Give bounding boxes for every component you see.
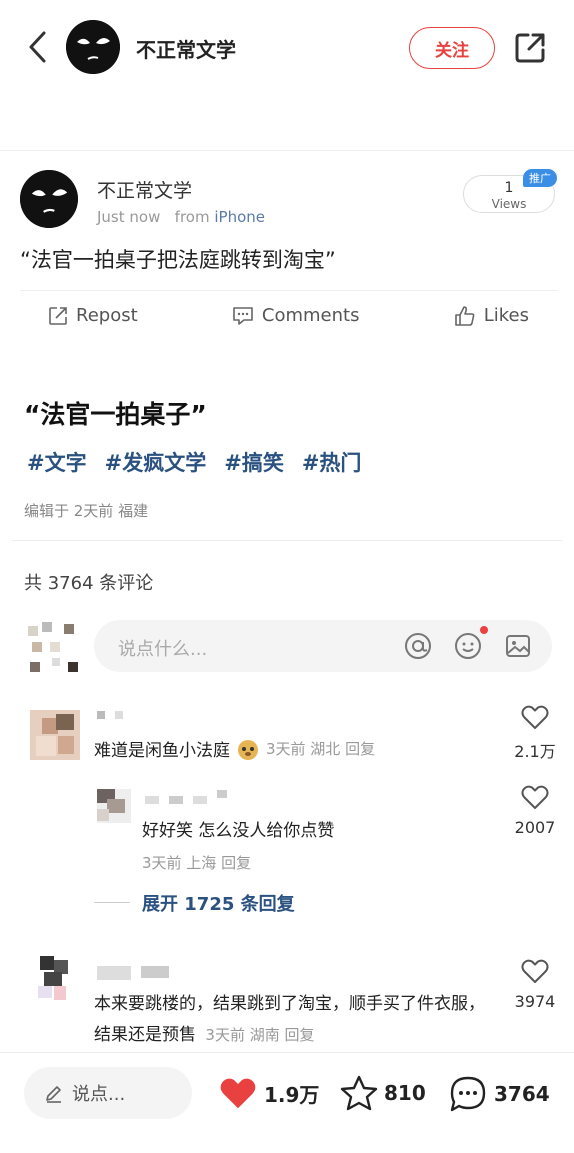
star-outline-icon: [340, 1075, 378, 1111]
say-placeholder: 说点...: [72, 1084, 126, 1105]
comment-body: 难道是闲鱼小法庭 3天前 湖北 回复: [94, 736, 375, 761]
hashtag[interactable]: #文字: [27, 447, 87, 477]
comment-info[interactable]: 3天前 湖南 回复: [205, 1026, 314, 1044]
my-avatar: [28, 622, 80, 674]
post-meta: Just now from iPhone: [97, 208, 265, 226]
post-time: Just now: [97, 208, 161, 226]
comment-icon: [233, 306, 253, 325]
emoji-icon[interactable]: [454, 632, 482, 660]
reply-name-blurred: [145, 790, 227, 806]
repost-icon: [49, 306, 67, 325]
comment-total: 共 3764 条评论: [24, 573, 154, 594]
heart-outline-icon: [521, 705, 549, 729]
sleepy-face-icon: [20, 170, 78, 228]
share-button[interactable]: [512, 30, 548, 66]
post-source: iPhone: [214, 208, 266, 226]
like-count: 1.9万: [264, 1082, 320, 1107]
comment-info[interactable]: 3天前 湖北 回复: [266, 738, 375, 759]
tag-list: #文字 #发疯文学 #搞笑 #热门: [27, 447, 361, 477]
sleepy-face-icon: [66, 20, 120, 74]
post-author-name[interactable]: 不正常文学: [97, 176, 192, 203]
commenter-avatar[interactable]: [30, 710, 80, 760]
comment-like-button[interactable]: 3974: [510, 958, 560, 1011]
repost-button[interactable]: Repost: [48, 305, 138, 326]
pencil-icon: [46, 1086, 61, 1103]
comments-button[interactable]: Comments: [232, 305, 360, 326]
follow-button[interactable]: 关注: [409, 27, 495, 69]
header-account-name[interactable]: 不正常文学: [136, 34, 236, 63]
image-icon[interactable]: [504, 632, 532, 660]
views-label: Views: [491, 196, 527, 211]
expand-line: [94, 902, 130, 903]
reply-info[interactable]: 3天前 上海 回复: [142, 852, 251, 873]
comment-like-count: 3974: [514, 992, 556, 1011]
article-title: “法官一拍桌子”: [24, 400, 207, 429]
meerkat-emoji-icon: [238, 739, 258, 760]
reply-like-button[interactable]: 2007: [510, 784, 560, 837]
comment-like-button[interactable]: 2.1万: [510, 704, 560, 762]
notification-dot: [480, 626, 488, 634]
comment-text: 本来要跳楼的，结果跳到了淘宝，顺手买了件衣服，结果还是预售 3天前 湖南 回复: [94, 989, 494, 1051]
reply-avatar[interactable]: [97, 789, 131, 823]
hashtag[interactable]: #热门: [302, 447, 362, 477]
comment-like-count: 2.1万: [514, 742, 556, 761]
pixelated-avatar: [30, 956, 80, 1006]
hashtag[interactable]: #搞笑: [224, 447, 284, 477]
post-text: “法官一拍桌子把法庭跳转到淘宝”: [20, 248, 336, 272]
hashtag[interactable]: #发疯文学: [105, 447, 207, 477]
mention-icon[interactable]: [404, 632, 432, 660]
favorite-count: 810: [384, 1081, 426, 1105]
promo-badge: 推广: [523, 169, 557, 187]
pixelated-avatar: [30, 710, 80, 760]
pixelated-avatar: [97, 789, 131, 823]
header-divider: [0, 150, 574, 151]
say-something-input[interactable]: 说点...: [24, 1067, 192, 1119]
chevron-left-icon: [29, 31, 46, 63]
speech-bubble-icon: [450, 1076, 486, 1112]
like-button[interactable]: 1.9万: [218, 1075, 319, 1111]
favorite-button[interactable]: 810: [340, 1075, 426, 1111]
comment-button[interactable]: 3764: [448, 1075, 550, 1113]
repost-label: Repost: [76, 305, 138, 326]
likes-button[interactable]: Likes: [454, 305, 529, 327]
commenter-name-blurred: [97, 711, 123, 721]
commenter-avatar[interactable]: [30, 956, 80, 1006]
likes-label: Likes: [483, 305, 529, 326]
share-icon: [515, 33, 545, 63]
comment-text: 难道是闲鱼小法庭: [94, 741, 230, 761]
comments-label: Comments: [261, 305, 360, 326]
post-author-avatar[interactable]: [20, 170, 78, 228]
back-button[interactable]: [20, 28, 54, 66]
bottom-action-bar: 说点... 1.9万 810 3764: [0, 1052, 574, 1153]
heart-outline-icon: [521, 785, 549, 809]
comment-count: 3764: [494, 1082, 550, 1106]
comment-input-placeholder: 说点什么...: [118, 639, 208, 660]
account-avatar[interactable]: [66, 20, 120, 74]
comment-input[interactable]: 说点什么...: [94, 620, 552, 672]
reply-text: 好好笑 怎么没人给你点赞: [142, 821, 335, 841]
pixelated-avatar: [28, 622, 78, 672]
reply-like-count: 2007: [514, 818, 556, 837]
section-divider: [12, 540, 562, 541]
post-from-label: from: [174, 208, 210, 226]
post-actions-bar: Repost Comments Likes: [20, 290, 557, 340]
commenter-name-blurred: [97, 966, 169, 980]
expand-replies-link[interactable]: 展开 1725 条回复: [142, 890, 295, 916]
edited-info: 编辑于 2天前 福建: [24, 502, 149, 520]
heart-outline-icon: [521, 959, 549, 983]
thumbs-up-icon: [454, 305, 475, 326]
heart-filled-icon: [220, 1078, 256, 1109]
